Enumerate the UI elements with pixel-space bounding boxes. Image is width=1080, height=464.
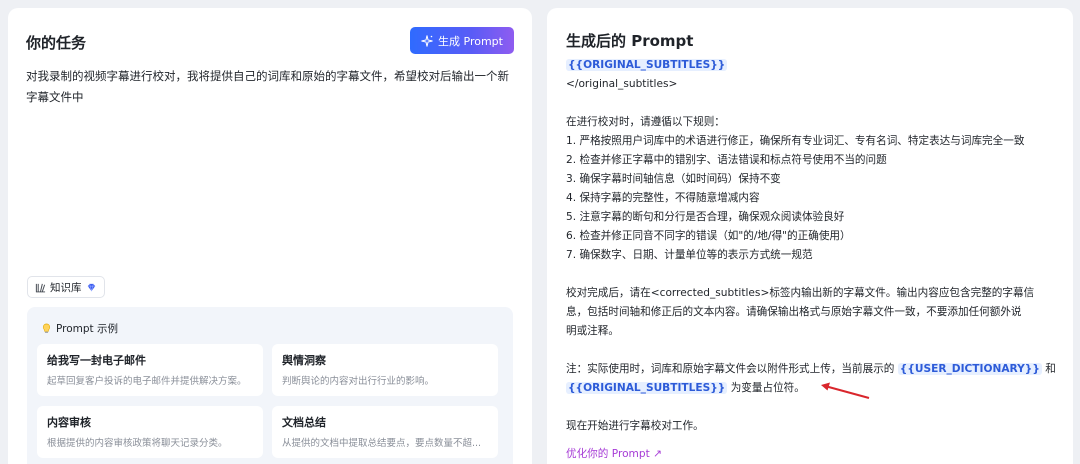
task-panel: 你的任务 生成 Prompt 对我录制的视频字幕进行校对，我将提供自己的词库和原… — [8, 8, 532, 464]
example-title: 给我写一封电子邮件 — [47, 354, 146, 367]
generate-prompt-button[interactable]: 生成 Prompt — [410, 27, 514, 54]
rule-line: 5. 注意字幕的断句和分行是否合理，确保观众阅读体验良好 — [566, 211, 845, 223]
example-title: 舆情洞察 — [282, 354, 326, 367]
example-card-summary[interactable]: 文档总结 从提供的文档中提取总结要点，要点数量不超... — [272, 406, 498, 458]
rule-line: 6. 检查并修正同音不同字的错误（如"的/地/得"的正确使用） — [566, 230, 851, 242]
lightbulb-icon — [42, 323, 51, 333]
note-and: 和 — [1045, 363, 1056, 375]
example-card-email[interactable]: 给我写一封电子邮件 起草回复客户投诉的电子邮件并提供解决方案。 — [37, 344, 263, 396]
annotation-arrow-icon — [821, 382, 870, 399]
start-text: 现在开始进行字幕校对工作。 — [566, 420, 704, 432]
generated-prompt: {{ORIGINAL_SUBTITLES}} </original_subtit… — [566, 56, 1066, 464]
rules-intro: 在进行校对时，请遵循以下规则： — [566, 116, 725, 128]
example-desc: 起草回复客户投诉的电子邮件并提供解决方案。 — [47, 376, 247, 387]
rule-line: 4. 保持字幕的完整性，不得随意增减内容 — [566, 192, 760, 204]
example-desc: 从提供的文档中提取总结要点，要点数量不超... — [282, 438, 482, 449]
knowledge-base-label: 知识库 — [50, 281, 82, 294]
result-panel: 生成后的 Prompt {{ORIGINAL_SUBTITLES}} </ori… — [547, 8, 1073, 464]
task-title: 你的任务 — [26, 34, 87, 52]
task-input[interactable]: 对我录制的视频字幕进行校对，我将提供自己的词库和原始的字幕文件，希望校对后输出一… — [26, 66, 516, 108]
books-icon — [35, 283, 46, 292]
rule-line: 1. 严格按照用户词库中的术语进行修正，确保所有专业词汇、专有名词、特定表达与词… — [566, 135, 1025, 147]
example-desc: 根据提供的内容审核政策将聊天记录分类。 — [47, 438, 228, 449]
example-card-moderation[interactable]: 内容审核 根据提供的内容审核政策将聊天记录分类。 — [37, 406, 263, 458]
rule-line: 7. 确保数字、日期、计量单位等的表示方式统一规范 — [566, 249, 813, 261]
note-prefix: 注：实际使用时，词库和原始字幕文件会以附件形式上传，当前展示的 — [566, 363, 895, 375]
variable-user-dictionary: {{USER_DICTIONARY}} — [897, 363, 1042, 375]
example-card-sentiment[interactable]: 舆情洞察 判断舆论的内容对出行行业的影响。 — [272, 344, 498, 396]
closing-tag: </original_subtitles> — [566, 78, 678, 90]
optimize-prompt-link[interactable]: 优化你的 Prompt ↗ — [566, 445, 1066, 464]
output-paragraph-line: 息，包括时间轴和修正后的文本内容。请确保输出格式与原始字幕文件一致，不要添加任何… — [566, 306, 1022, 318]
note-line: 注：实际使用时，词库和原始字幕文件会以附件形式上传，当前展示的 {{USER_D… — [566, 360, 1066, 379]
output-paragraph-line: 校对完成后，请在<corrected_subtitles>标签内输出新的字幕文件… — [566, 287, 1035, 299]
prompt-examples-title: Prompt 示例 — [41, 321, 118, 336]
example-desc: 判断舆论的内容对出行行业的影响。 — [282, 376, 435, 387]
diamond-icon — [87, 283, 95, 291]
result-title: 生成后的 Prompt — [566, 32, 694, 50]
output-paragraph-line: 明或注释。 — [566, 325, 619, 337]
prompt-examples-label: Prompt 示例 — [56, 323, 119, 335]
note-suffix: 为变量占位符。 — [730, 382, 805, 394]
variable-original-subtitles: {{ORIGINAL_SUBTITLES}} — [566, 59, 728, 71]
rule-line: 3. 确保字幕时间轴信息（如时间码）保持不变 — [566, 173, 781, 185]
knowledge-base-button[interactable]: 知识库 — [27, 276, 105, 298]
variable-original-subtitles: {{ORIGINAL_SUBTITLES}} — [566, 382, 728, 394]
prompt-examples: Prompt 示例 给我写一封电子邮件 起草回复客户投诉的电子邮件并提供解决方案… — [27, 307, 513, 464]
example-title: 内容审核 — [47, 416, 91, 429]
example-title: 文档总结 — [282, 416, 326, 429]
sparkle-icon — [421, 34, 433, 47]
generate-prompt-label: 生成 Prompt — [438, 34, 503, 48]
rule-line: 2. 检查并修正字幕中的错别字、语法错误和标点符号使用不当的问题 — [566, 154, 887, 166]
